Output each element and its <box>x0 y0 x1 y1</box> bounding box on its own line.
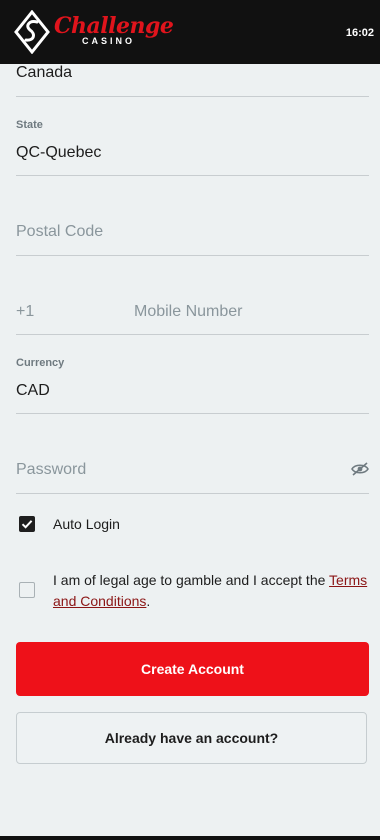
mobile-number-field[interactable]: +1 Mobile Number <box>16 255 369 335</box>
logo-text: Challenge <box>54 13 174 39</box>
postal-code-field[interactable]: Postal Code <box>16 175 369 256</box>
country-code-prefix[interactable]: +1 <box>16 303 34 321</box>
country-field[interactable]: Canada <box>16 64 369 97</box>
mobile-number-placeholder: Mobile Number <box>134 303 243 320</box>
terms-checkbox[interactable] <box>19 582 35 598</box>
currency-label: Currency <box>16 357 65 369</box>
checkmark-icon <box>21 520 33 529</box>
logo-subtext: CASINO <box>82 36 136 46</box>
terms-label: I am of legal age to gamble and I accept… <box>53 570 373 612</box>
state-value: QC-Quebec <box>16 144 102 161</box>
challenge-casino-logo[interactable]: Challenge CASINO <box>14 10 174 54</box>
state-label: State <box>16 119 43 131</box>
postal-code-placeholder: Postal Code <box>16 223 104 240</box>
terms-period: . <box>146 593 151 609</box>
terms-text: I am of legal age to gamble and I accept… <box>53 572 330 588</box>
eye-off-icon[interactable] <box>351 462 369 476</box>
conditions-link[interactable]: and Conditions <box>53 593 146 609</box>
create-account-button[interactable]: Create Account <box>16 642 369 696</box>
auto-login-label[interactable]: Auto Login <box>53 514 120 535</box>
status-time: 16:02 <box>345 27 374 39</box>
logo-mark-icon <box>14 10 50 54</box>
bottom-divider <box>0 836 380 840</box>
currency-field[interactable]: Currency CAD <box>16 334 369 414</box>
app-header: Challenge CASINO 16:02 <box>0 0 380 64</box>
currency-value: CAD <box>16 382 50 399</box>
already-have-account-button[interactable]: Already have an account? <box>16 712 367 764</box>
country-value: Canada <box>16 64 73 81</box>
state-field[interactable]: State QC-Quebec <box>16 96 369 176</box>
password-field[interactable]: Password <box>16 413 369 494</box>
terms-link[interactable]: Terms <box>329 572 367 588</box>
password-placeholder: Password <box>16 461 87 478</box>
auto-login-checkbox[interactable] <box>19 516 35 532</box>
